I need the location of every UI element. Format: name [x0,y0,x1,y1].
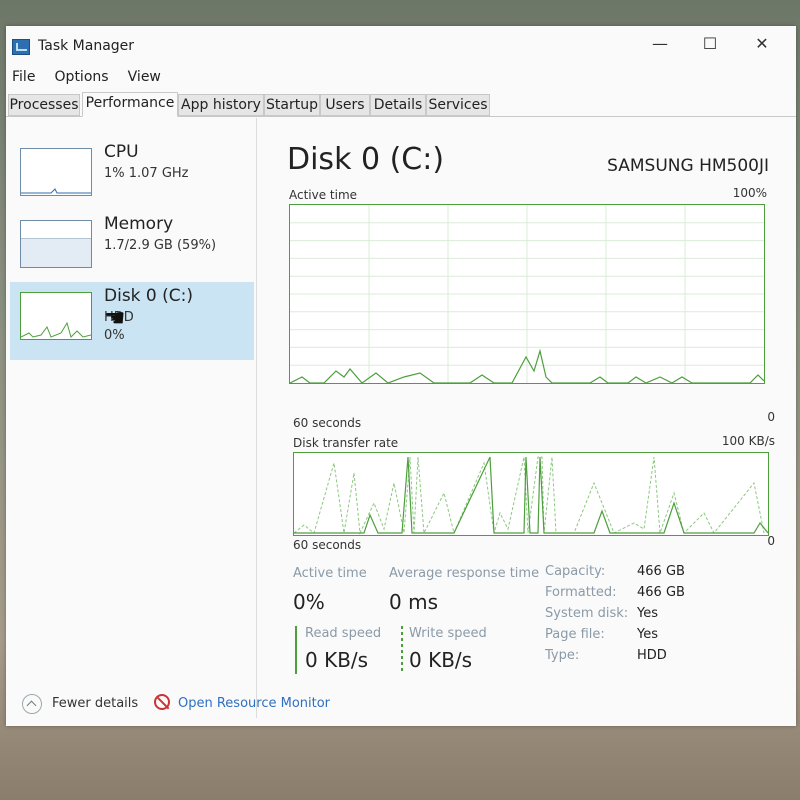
read-speed-value: 0 KB/s [305,648,369,672]
page-file-label: Page file: [545,627,605,642]
active-time-graph-label: Active time [289,188,358,202]
write-speed-value: 0 KB/s [409,648,473,672]
hand-cursor-icon: ☚ [104,304,126,332]
tab-bar: Processes Performance App history Startu… [6,92,796,117]
tab-services[interactable]: Services [426,94,490,116]
window-title: Task Manager [38,38,135,54]
resource-monitor-icon[interactable] [154,694,170,710]
tab-users[interactable]: Users [320,94,370,116]
avg-response-stat-label: Average response time [389,566,540,581]
active-time-min-label: 0 [767,410,775,424]
system-disk-label: System disk: [545,606,629,621]
memory-label: Memory [104,214,174,234]
cpu-mini-graph [20,148,92,196]
page-file-value: Yes [637,627,658,642]
task-manager-window: Task Manager — ☐ ✕ File Options View Pro… [6,26,796,726]
chevron-up-icon[interactable] [22,694,42,714]
fewer-details-button[interactable]: Fewer details [52,696,138,711]
formatted-value: 466 GB [637,585,685,600]
tab-details[interactable]: Details [370,94,426,116]
menu-file[interactable]: File [12,69,35,85]
transfer-rate-graph [293,452,769,536]
write-speed-bar [401,626,403,674]
type-value: HDD [637,648,667,663]
tab-app-history[interactable]: App history [178,94,264,116]
maximize-button[interactable]: ☐ [688,32,732,56]
tab-processes[interactable]: Processes [8,94,80,116]
disk-title: Disk 0 (C:) [287,142,445,177]
transfer-rate-graph-svg [293,456,769,535]
read-speed-label: Read speed [305,626,382,641]
capacity-label: Capacity: [545,564,606,579]
active-time-stat-value: 0% [293,590,325,614]
active-time-xaxis-label: 60 seconds [293,416,362,430]
task-manager-icon [12,39,30,55]
avg-response-stat-value: 0 ms [389,590,438,614]
menu-view[interactable]: View [128,69,161,85]
memory-mini-graph [20,220,92,268]
cpu-mini-graph-svg [21,188,91,194]
memory-detail: 1.7/2.9 GB (59%) [104,238,217,253]
active-time-graph-svg [289,205,765,384]
write-speed-label: Write speed [409,626,487,641]
resource-list: CPU 1% 1.07 GHz Memory 1.7/2.9 GB (59%) … [6,118,256,648]
memory-mini-graph-svg [21,238,91,267]
disk-label: Disk 0 (C:) [104,286,194,306]
system-disk-value: Yes [637,606,658,621]
transfer-rate-graph-label: Disk transfer rate [293,436,399,450]
performance-main: Disk 0 (C:) SAMSUNG HM500JI Active time … [256,118,797,718]
menu-options[interactable]: Options [55,69,109,85]
read-speed-bar [295,626,297,674]
menu-bar: File Options View [6,66,169,88]
transfer-rate-max-label: 100 KB/s [721,434,775,448]
active-time-max-label: 100% [732,186,767,200]
title-bar: Task Manager — ☐ ✕ [6,26,796,62]
tab-performance[interactable]: Performance [82,92,178,117]
disk-model: SAMSUNG HM500JI [607,156,769,176]
disk-mini-graph-svg [20,321,92,338]
transfer-rate-min-label: 0 [767,534,775,548]
cpu-label: CPU [104,142,139,162]
close-button[interactable]: ✕ [740,32,784,56]
formatted-label: Formatted: [545,585,617,600]
minimize-button[interactable]: — [638,32,682,56]
resource-item-disk[interactable]: Disk 0 (C:) HDD 0% ☚ [10,282,254,360]
resource-item-cpu[interactable]: CPU 1% 1.07 GHz [10,138,254,216]
capacity-value: 466 GB [637,564,685,579]
footer: Fewer details Open Resource Monitor [6,686,796,726]
open-resource-monitor-link[interactable]: Open Resource Monitor [178,696,330,711]
tab-startup[interactable]: Startup [264,94,320,116]
cpu-detail: 1% 1.07 GHz [104,166,189,181]
type-label: Type: [545,648,580,663]
resource-item-memory[interactable]: Memory 1.7/2.9 GB (59%) [10,210,254,288]
active-time-graph [289,204,765,384]
active-time-stat-label: Active time [293,566,367,581]
transfer-rate-xaxis-label: 60 seconds [293,538,362,552]
disk-mini-graph [20,292,92,340]
